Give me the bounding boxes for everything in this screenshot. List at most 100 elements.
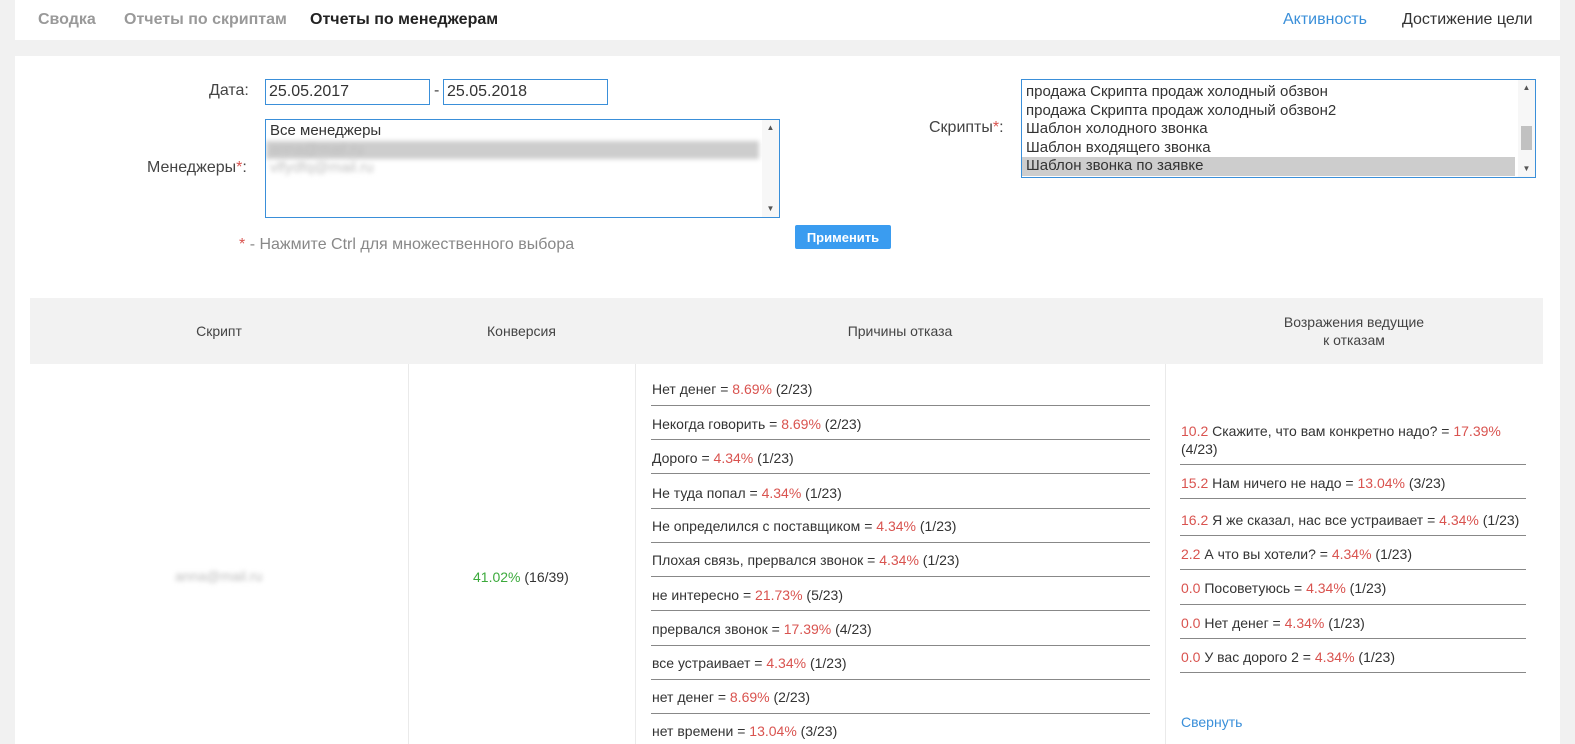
objection-pct: 4.34% <box>1314 649 1355 665</box>
tab-summary[interactable]: Сводка <box>38 11 96 29</box>
reason-pct: 8.69% <box>781 416 821 432</box>
reason-pct: 4.34% <box>766 655 807 671</box>
reason-text: Не туда попал = <box>652 485 762 501</box>
reason-divider <box>651 405 1150 406</box>
objection-text: Нет денег = <box>1200 615 1285 631</box>
objection-text: А что вы хотели? = <box>1200 546 1332 562</box>
reason-divider <box>651 576 1150 577</box>
scroll-thumb[interactable] <box>1521 126 1532 150</box>
scripts-select[interactable]: продажа Скрипта продаж холодный обзвон п… <box>1021 79 1536 178</box>
reason-divider <box>651 542 1150 543</box>
reason-item: Дорого = 4.34% (1/23) <box>652 450 794 466</box>
objection-code: 15.2 <box>1181 475 1209 491</box>
script-option[interactable]: Шаблон холодного звонка <box>1022 120 1515 139</box>
conversion-pct: 41.02% <box>473 569 521 585</box>
objection-item: 15.2 Нам ничего не надо = 13.04% (3/23) <box>1181 475 1445 491</box>
script-option[interactable]: продажа Скрипта продаж холодный обзвон <box>1022 83 1515 102</box>
manager-option[interactable]: anna@mail.ru <box>266 140 759 159</box>
objection-pct: 4.34% <box>1439 512 1479 528</box>
reason-ratio: (2/23) <box>820 416 862 432</box>
managers-select[interactable]: Все менеджеры anna@mail.ru vlfydfq@mail.… <box>265 119 780 218</box>
reason-divider <box>651 645 1150 646</box>
manager-option-all[interactable]: Все менеджеры <box>266 122 759 141</box>
date-from-input[interactable] <box>265 79 430 105</box>
reason-pct: 13.04% <box>749 723 797 739</box>
objection-divider <box>1180 498 1526 499</box>
script-option[interactable]: Шаблон входящего звонка <box>1022 139 1515 158</box>
reason-ratio: (2/23) <box>771 381 813 397</box>
reason-item: Не определился с поставщиком = 4.34% (1/… <box>652 518 956 534</box>
table-header: Скрипт Конверсия Причины отказа Возражен… <box>30 298 1543 364</box>
reason-item: все устраивает = 4.34% (1/23) <box>652 655 847 671</box>
reason-pct: 4.34% <box>713 450 754 466</box>
reason-pct: 17.39% <box>783 621 832 637</box>
objection-ratio: (4/23) <box>1181 441 1218 457</box>
objection-text: Я же сказал, нас все устраивает = <box>1208 512 1440 528</box>
objection-pct: 4.34% <box>1284 615 1325 631</box>
header-objections-line2: к отказам <box>1323 332 1385 348</box>
reason-ratio: (4/23) <box>831 621 872 637</box>
reason-text: прервался звонок = <box>652 621 784 637</box>
managers-label: Менеджеры*: <box>147 159 247 176</box>
script-option[interactable]: продажа Скрипта продаж холодный обзвон2 <box>1022 102 1515 121</box>
apply-button[interactable]: Применить <box>795 225 891 249</box>
objection-item: 0.0 У вас дорого 2 = 4.34% (1/23) <box>1181 649 1395 665</box>
collapse-link[interactable]: Свернуть <box>1181 714 1242 730</box>
header-objections-line1: Возражения ведущие <box>1283 314 1425 330</box>
column-divider <box>1165 364 1166 744</box>
reason-text: нет денег = <box>652 689 730 705</box>
objection-item: 2.2 А что вы хотели? = 4.34% (1/23) <box>1181 546 1412 562</box>
date-dash: - <box>434 82 440 99</box>
column-divider <box>635 364 636 744</box>
objection-item: 16.2 Я же сказал, нас все устраивает = 4… <box>1181 512 1519 528</box>
reason-divider <box>651 439 1150 440</box>
goal-achievement-link[interactable]: Достижение цели <box>1402 11 1533 29</box>
date-to-input[interactable] <box>443 79 608 105</box>
scroll-up-icon[interactable]: ▲ <box>1518 81 1535 95</box>
objection-divider <box>1180 535 1526 536</box>
objection-ratio: (1/23) <box>1478 512 1520 528</box>
objection-pct: 4.34% <box>1331 546 1372 562</box>
scripts-scrollbar[interactable]: ▲ ▼ <box>1518 80 1535 177</box>
hint-required-mark: * <box>239 236 246 253</box>
reason-item: Нет денег = 8.69% (2/23) <box>652 381 812 397</box>
reason-text: Нет денег = <box>652 381 733 397</box>
header-objections: Возражения ведущие к отказам <box>1165 298 1543 364</box>
header-rejection-reasons: Причины отказа <box>847 323 953 339</box>
reason-item: Некогда говорить = 8.69% (2/23) <box>652 416 861 432</box>
scroll-down-icon[interactable]: ▼ <box>1518 162 1535 176</box>
reason-pct: 8.69% <box>732 381 772 397</box>
reason-ratio: (2/23) <box>769 689 811 705</box>
reason-ratio: (3/23) <box>796 723 838 739</box>
conversion-ratio: (16/39) <box>524 569 569 585</box>
tab-script-reports[interactable]: Отчеты по скриптам <box>124 11 287 29</box>
objection-code: 10.2 <box>1181 423 1209 439</box>
manager-option[interactable]: vlfydfq@mail.ru <box>266 159 759 178</box>
objection-item: 0.0 Нет денег = 4.34% (1/23) <box>1181 615 1365 631</box>
objection-ratio: (1/23) <box>1354 649 1396 665</box>
objection-code: 0.0 <box>1181 649 1201 665</box>
reason-ratio: (1/23) <box>918 552 960 568</box>
scroll-down-icon[interactable]: ▼ <box>762 202 779 216</box>
reason-text: Некогда говорить = <box>652 416 782 432</box>
objection-pct: 4.34% <box>1306 580 1346 596</box>
objection-ratio: (1/23) <box>1345 580 1387 596</box>
reason-pct: 21.73% <box>755 587 803 603</box>
top-nav: Сводка Отчеты по скриптам Отчеты по мене… <box>15 0 1560 40</box>
objection-code: 0.0 <box>1181 580 1201 596</box>
objection-divider <box>1180 464 1526 465</box>
scroll-up-icon[interactable]: ▲ <box>762 121 779 135</box>
reason-pct: 8.69% <box>729 689 770 705</box>
activity-link[interactable]: Активность <box>1283 11 1367 29</box>
reason-text: все устраивает = <box>652 655 767 671</box>
header-conversion: Конверсия <box>487 323 556 339</box>
objection-divider <box>1180 672 1526 673</box>
tab-manager-reports[interactable]: Отчеты по менеджерам <box>310 11 498 29</box>
objection-text: Посоветуюсь = <box>1200 580 1307 596</box>
script-option-selected[interactable]: Шаблон звонка по заявке <box>1022 157 1515 176</box>
objection-code: 16.2 <box>1181 512 1209 528</box>
conversion-cell: 41.02% (16/39) <box>473 569 569 585</box>
managers-scrollbar[interactable]: ▲ ▼ <box>762 120 779 217</box>
multi-select-hint: * - Нажмите Ctrl для множественного выбо… <box>239 236 574 254</box>
reason-item: не интересно = 21.73% (5/23) <box>652 587 843 603</box>
